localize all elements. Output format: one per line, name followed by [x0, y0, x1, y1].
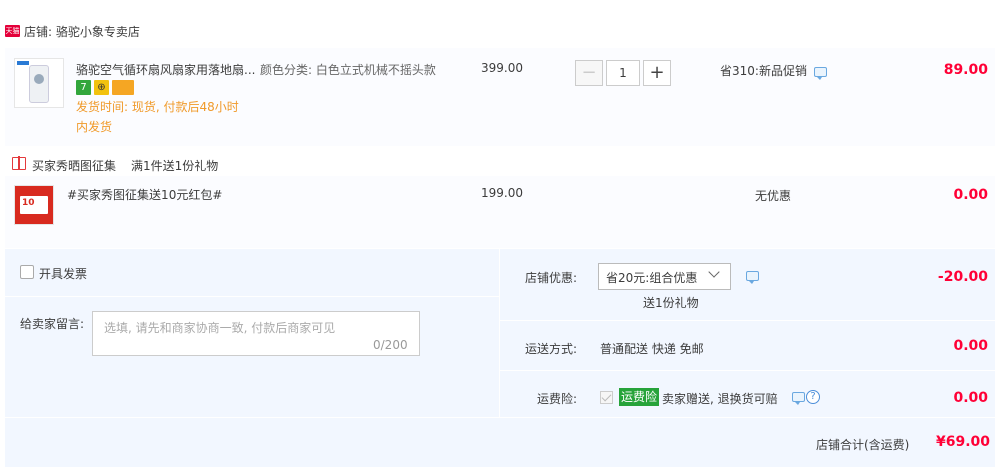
promo-info-icon[interactable]: [814, 67, 827, 80]
item-subtotal: 89.00: [943, 62, 988, 78]
divider: [5, 296, 499, 297]
discount-info-icon[interactable]: [746, 271, 759, 284]
shipping-method: 普通配送 快递 免邮: [600, 342, 704, 356]
quantity-minus-button[interactable]: −: [575, 60, 603, 86]
insurance-label: 运费险:: [536, 392, 577, 406]
service-badges: 7 ⊕: [76, 80, 137, 95]
unit-price: 399.00: [481, 61, 523, 75]
shop-discount-gift: 送1份礼物: [643, 296, 699, 310]
fan-image-icon: [29, 65, 49, 103]
credit-card-icon: [112, 80, 134, 95]
seller-message-placeholder: 选填, 请先和商家协商一致, 付款后商家可见: [104, 321, 336, 335]
red-envelope-icon: [20, 196, 48, 214]
shop-header: [0, 0, 997, 44]
ship-time-line1: 发货时间: 现货, 付款后48小时: [76, 100, 239, 114]
brand-logo-icon: [17, 61, 29, 65]
insurance-tag: 运费险: [619, 388, 660, 406]
shop-total-value: ¥69.00: [936, 434, 991, 450]
gift-campaign-subtitle: 满1件送1份礼物: [131, 159, 219, 173]
divider: [5, 417, 995, 418]
help-icon[interactable]: ?: [806, 390, 820, 404]
gift-item-price: 199.00: [481, 186, 523, 200]
shipping-label: 运送方式:: [524, 342, 577, 356]
message-label: 给卖家留言:: [20, 317, 85, 331]
product-sku: 颜色分类: 白色立式机械不摇头款: [260, 63, 436, 77]
gift-icon: [12, 156, 26, 170]
tmall-badge-icon: 天猫: [5, 25, 20, 37]
quantity-plus-button[interactable]: +: [643, 60, 671, 86]
shop-total-label: 店铺合计(含运费): [816, 438, 910, 452]
divider: [500, 370, 995, 371]
seven-day-return-icon: 7: [76, 80, 91, 95]
gift-item-name[interactable]: #买家秀图征集送10元红包#: [67, 186, 222, 203]
ship-time-line2: 内发货: [76, 120, 113, 134]
shipping-amount: 0.00: [953, 338, 988, 354]
quantity-input[interactable]: 1: [606, 60, 640, 86]
insurance-chat-icon[interactable]: [792, 392, 805, 405]
message-char-count: 0/200: [373, 338, 408, 352]
invoice-label[interactable]: 开具发票: [39, 265, 87, 282]
invoice-checkbox[interactable]: [20, 265, 34, 279]
promotion-text: 省310:新品促销: [720, 64, 807, 78]
insurance-checkbox: [600, 391, 613, 404]
insurance-text: 卖家赠送, 退换货可赔: [662, 392, 778, 406]
insurance-amount: 0.00: [953, 390, 988, 406]
shop-discount-label: 店铺优惠:: [524, 271, 577, 285]
gift-item-subtotal: 0.00: [953, 187, 988, 203]
shop-discount-selected[interactable]: 省20元:组合优惠: [606, 269, 697, 286]
gift-item-promo: 无优惠: [755, 189, 792, 203]
shop-name[interactable]: 店铺: 骆驼小象专卖店: [24, 23, 140, 40]
gift-campaign-title: 买家秀晒图征集: [32, 159, 117, 173]
product-thumbnail[interactable]: [14, 58, 64, 108]
product-name-link[interactable]: 骆驼空气循环扇风扇家用落地扇...: [76, 61, 256, 78]
guarantee-icon: ⊕: [94, 80, 109, 95]
gift-thumbnail[interactable]: [14, 185, 54, 225]
ship-time: 发货时间: 现货, 付款后48小时 内发货: [76, 97, 266, 137]
divider: [500, 320, 995, 321]
shop-discount-amount: -20.00: [937, 269, 988, 285]
